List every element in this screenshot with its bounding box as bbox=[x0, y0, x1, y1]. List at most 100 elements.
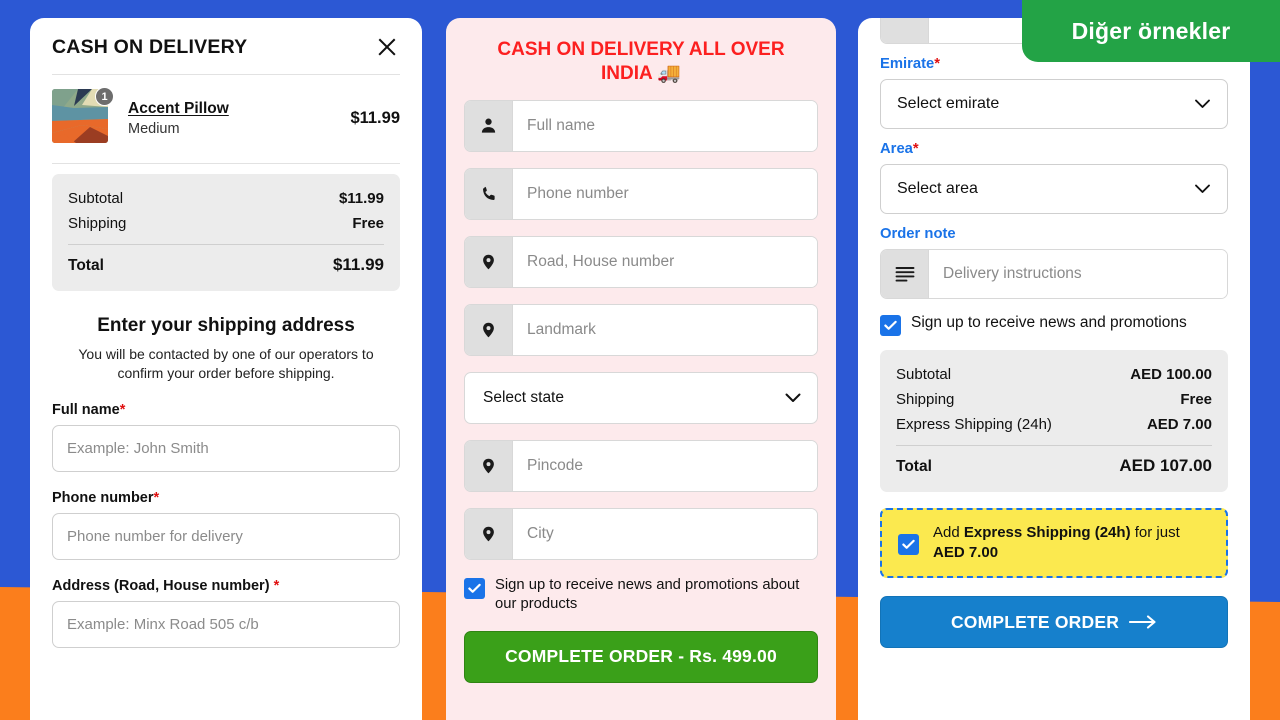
total-row: Total AED 107.00 bbox=[896, 452, 1212, 480]
chevron-down-icon bbox=[785, 393, 801, 403]
total-value: $11.99 bbox=[332, 255, 384, 274]
order-note-input[interactable]: Delivery instructions bbox=[929, 250, 1227, 298]
phone-icon bbox=[465, 168, 513, 219]
other-examples-ribbon[interactable]: Diğer örnekler bbox=[1022, 0, 1280, 62]
landmark-input[interactable]: Landmark bbox=[513, 304, 817, 355]
order-totals: Subtotal AED 100.00 Shipping Free Expres… bbox=[880, 350, 1228, 492]
newsletter-checkbox[interactable] bbox=[880, 315, 901, 336]
subtotal-row: Subtotal AED 100.00 bbox=[896, 362, 1212, 387]
subtotal-value: AED 100.00 bbox=[1130, 366, 1212, 383]
express-shipping-upsell[interactable]: Add Express Shipping (24h) for just AED … bbox=[880, 508, 1228, 579]
location-pin-icon bbox=[465, 236, 513, 287]
total-value: AED 107.00 bbox=[1119, 456, 1212, 475]
landmark-field[interactable]: Landmark bbox=[464, 303, 818, 356]
newsletter-label: Sign up to receive news and promotions bbox=[911, 314, 1187, 331]
shipping-address-subheading: You will be contacted by one of our oper… bbox=[78, 346, 374, 382]
state-select[interactable]: Select state bbox=[464, 371, 818, 424]
page-title: CASH ON DELIVERY bbox=[52, 35, 248, 58]
cod-summary-panel: CASH ON DELIVERY 1 Accent Pillow Medium … bbox=[30, 18, 422, 720]
totals-divider bbox=[68, 244, 384, 245]
cod-uae-panel: Emirate * Select emirate Area* Select are… bbox=[858, 18, 1250, 720]
address-label: Address (Road, House number) * bbox=[52, 578, 400, 594]
emirate-select[interactable]: Select emirate bbox=[880, 79, 1228, 129]
line-item: 1 Accent Pillow Medium $11.99 bbox=[30, 75, 422, 163]
shipping-value: Free bbox=[1180, 391, 1212, 408]
road-field[interactable]: Road, House number bbox=[464, 235, 818, 288]
subtotal-label: Subtotal bbox=[68, 190, 124, 207]
total-label: Total bbox=[68, 257, 104, 274]
pincode-field[interactable]: Pincode bbox=[464, 439, 818, 492]
panel1-form: Full name* Example: John Smith Phone num… bbox=[30, 402, 422, 648]
lines-icon bbox=[881, 250, 929, 298]
city-input[interactable]: City bbox=[513, 508, 817, 559]
close-icon[interactable] bbox=[374, 34, 400, 60]
panel1-header: CASH ON DELIVERY bbox=[30, 18, 422, 74]
phone-field[interactable]: Phone number bbox=[464, 167, 818, 220]
newsletter-checkbox-row[interactable]: Sign up to receive news and promotions a… bbox=[464, 576, 818, 615]
panel2-form: Full name Phone number Road, House numbe… bbox=[446, 90, 836, 683]
shipping-label: Shipping bbox=[68, 215, 127, 232]
screenshot-stage: CASH ON DELIVERY 1 Accent Pillow Medium … bbox=[0, 0, 1280, 720]
pincode-input[interactable]: Pincode bbox=[513, 440, 817, 491]
divider bbox=[52, 163, 400, 164]
product-thumbnail-wrap: 1 bbox=[52, 87, 114, 147]
order-totals: Subtotal $11.99 Shipping Free Total $11.… bbox=[52, 174, 400, 291]
chevron-down-icon bbox=[1194, 184, 1211, 194]
totals-divider bbox=[896, 445, 1212, 446]
emirate-label-text: Emirate bbox=[880, 56, 935, 72]
location-pin-icon bbox=[465, 508, 513, 559]
cod-india-panel: CASH ON DELIVERY ALL OVER INDIA 🚚 Full n… bbox=[446, 18, 836, 720]
fullname-field[interactable]: Full name bbox=[464, 99, 818, 152]
person-icon bbox=[465, 100, 513, 151]
subtotal-label: Subtotal bbox=[896, 366, 952, 383]
shipping-value: Free bbox=[352, 215, 384, 232]
promo-strong-service: Express Shipping (24h) bbox=[963, 524, 1131, 541]
line-item-text: Accent Pillow Medium bbox=[128, 100, 336, 137]
required-marker: * bbox=[273, 577, 280, 594]
shipping-row: Shipping Free bbox=[896, 387, 1212, 412]
shipping-label: Shipping bbox=[896, 391, 955, 408]
fullname-label: Full name* bbox=[52, 402, 400, 418]
phone-input[interactable]: Phone number for delivery bbox=[52, 512, 400, 560]
location-pin-icon bbox=[465, 304, 513, 355]
express-shipping-row: Express Shipping (24h) AED 7.00 bbox=[896, 412, 1212, 437]
city-field[interactable]: City bbox=[464, 507, 818, 560]
promo-middle: for just bbox=[1130, 524, 1180, 541]
fullname-input[interactable]: Full name bbox=[513, 100, 817, 151]
promo-prefix: Add bbox=[933, 524, 964, 541]
order-note-label: Order note bbox=[880, 226, 956, 242]
subtotal-value: $11.99 bbox=[338, 190, 384, 207]
shipping-address-heading: Enter your shipping address bbox=[97, 315, 355, 336]
required-marker: * bbox=[153, 489, 160, 506]
express-shipping-upsell-text: Add Express Shipping (24h) for just AED … bbox=[933, 523, 1210, 563]
product-name-link[interactable]: Accent Pillow bbox=[128, 100, 336, 118]
order-note-field[interactable]: Delivery instructions bbox=[880, 249, 1228, 299]
complete-order-label: COMPLETE ORDER bbox=[950, 611, 1120, 632]
address-label-text: Address (Road, House number) bbox=[52, 577, 270, 594]
newsletter-checkbox-row[interactable]: Sign up to receive news and promotions bbox=[880, 313, 1228, 336]
area-label: Area* bbox=[880, 141, 1228, 157]
area-select-value: Select area bbox=[897, 180, 978, 197]
complete-order-button[interactable]: COMPLETE ORDER - Rs. 499.00 bbox=[464, 630, 818, 683]
required-marker: * bbox=[912, 141, 919, 157]
newsletter-checkbox[interactable] bbox=[464, 577, 485, 599]
phone-label-text: Phone number bbox=[52, 489, 154, 506]
subtotal-row: Subtotal $11.99 bbox=[68, 186, 384, 211]
shipping-row: Shipping Free bbox=[68, 211, 384, 236]
required-marker: * bbox=[119, 401, 126, 418]
total-row: Total $11.99 bbox=[68, 251, 384, 279]
phone-input[interactable]: Phone number bbox=[513, 168, 817, 219]
fullname-input[interactable]: Example: John Smith bbox=[52, 424, 400, 472]
arrow-right-icon bbox=[1129, 615, 1157, 629]
complete-order-button[interactable]: COMPLETE ORDER bbox=[880, 596, 1228, 649]
road-input[interactable]: Road, House number bbox=[513, 236, 817, 287]
panel2-title: CASH ON DELIVERY ALL OVER INDIA 🚚 bbox=[497, 39, 785, 84]
area-select[interactable]: Select area bbox=[880, 164, 1228, 214]
quantity-badge: 1 bbox=[95, 87, 114, 106]
address-input[interactable]: Example: Minx Road 505 c/b bbox=[52, 600, 400, 648]
total-label: Total bbox=[896, 458, 932, 475]
state-select-value: Select state bbox=[483, 388, 564, 406]
promo-strong-price: AED 7.00 bbox=[933, 544, 999, 562]
field-icon-slot bbox=[881, 18, 929, 43]
express-shipping-checkbox[interactable] bbox=[898, 533, 919, 555]
